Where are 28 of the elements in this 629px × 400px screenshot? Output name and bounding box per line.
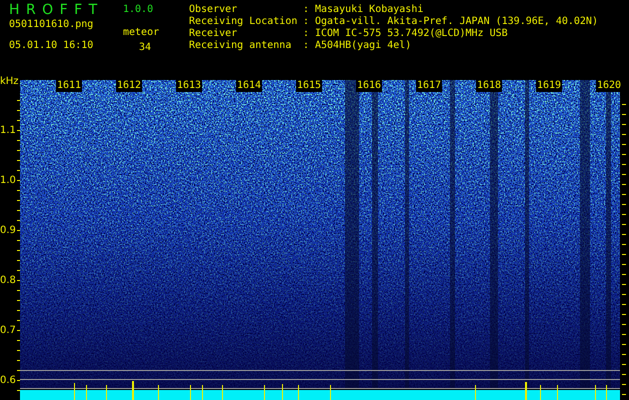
- meteor-count: 34: [138, 42, 152, 54]
- time-label: 1620: [596, 80, 622, 92]
- field-value: ICOM IC-575 53.7492(@LCD)MHz USB: [315, 28, 508, 40]
- date-time: 05.01.10 16:10: [9, 40, 94, 52]
- axis-label: 0.9: [0, 225, 15, 237]
- field-value: Ogata-vill. Akita-Pref. JAPAN (139.96E, 40.02N): [315, 16, 598, 28]
- axis-unit: kHz: [0, 76, 20, 88]
- separator: :: [303, 40, 310, 52]
- field-label: Receiving Location: [189, 16, 298, 28]
- app-title: H R O F F T: [9, 2, 100, 18]
- separator: :: [303, 28, 310, 40]
- time-label: 1618: [476, 80, 502, 92]
- field-label: Receiver: [189, 28, 238, 40]
- separator: :: [303, 4, 310, 16]
- file-name: 0501101610.png: [9, 19, 94, 31]
- field-value: Masayuki Kobayashi: [315, 4, 424, 16]
- axis-label: 0.8: [0, 275, 15, 287]
- separator: :: [303, 16, 310, 28]
- field-label: Observer: [189, 4, 238, 16]
- time-label: 1616: [356, 80, 382, 92]
- axis-label: 1.1: [0, 125, 15, 137]
- field-label: Receiving antenna: [189, 40, 292, 52]
- axis-label: 0.7: [0, 325, 15, 337]
- axis-label: 1.0: [0, 175, 15, 187]
- meteor-label: meteor: [123, 27, 160, 39]
- axis-label: 0.6: [0, 375, 15, 387]
- version-label: 1.0.0: [123, 4, 154, 16]
- field-value: A504HB(yagi 4el): [315, 40, 412, 52]
